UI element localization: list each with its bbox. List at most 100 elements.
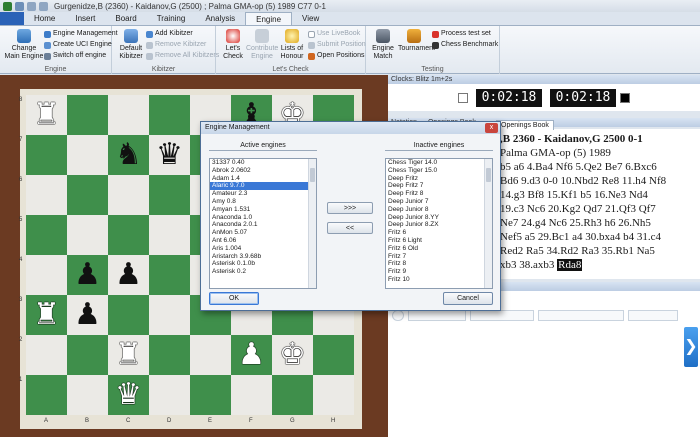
tab-openings-book[interactable]: Openings Book (496, 120, 554, 130)
engine-list-item[interactable]: Aristarch 3.9.68b (210, 253, 316, 261)
notation-line[interactable]: Red2 Ra5 34.Rd2 Ra3 35.Rb1 Na5 (500, 245, 655, 257)
tab-file[interactable] (0, 12, 24, 25)
close-icon[interactable]: x (485, 123, 498, 133)
board-square[interactable]: ♜ (26, 95, 67, 135)
board-square[interactable] (67, 175, 108, 215)
chess-benchmark-button[interactable]: Chess Benchmark (432, 40, 498, 50)
engine-list-item[interactable]: Deep Fritz 7 (386, 182, 492, 190)
active-engines-list[interactable]: 31337 0.40 Abrok 2.0602 Adam 1.4 Alaric 9.7… (209, 158, 317, 289)
chess-piece[interactable]: ♟ (74, 300, 101, 330)
engine-list-item[interactable]: Deep Junior 8.ZX (386, 221, 492, 229)
engine-list-item[interactable]: Fritz 6 Old (386, 245, 492, 253)
board-square[interactable] (190, 335, 231, 375)
engine-list-item[interactable]: Fritz 7 (386, 253, 492, 261)
chess-piece[interactable]: ♟ (115, 260, 142, 290)
board-square[interactable] (231, 375, 272, 415)
inactive-scrollbar[interactable] (484, 159, 492, 288)
tab-engine[interactable]: Engine (245, 12, 293, 25)
engine-list-item[interactable]: Anaconda 2.0.1 (210, 221, 316, 229)
board-square[interactable] (67, 335, 108, 375)
chess-piece[interactable]: ♜ (33, 100, 60, 130)
lets-check-button[interactable]: Let's Check (220, 29, 246, 61)
ok-button[interactable]: OK (209, 292, 259, 305)
remove-all-kibitzers-button[interactable]: Remove All Kibitzers (146, 51, 219, 61)
engine-list-item[interactable]: Asterisk 0.2 (210, 268, 316, 276)
board-square[interactable] (108, 215, 149, 255)
engine-list-item[interactable]: 31337 0.40 (210, 159, 316, 167)
engine-list-item[interactable]: Deep Junior 8.YY (386, 214, 492, 222)
engine-list-item[interactable]: Ant 6.06 (210, 237, 316, 245)
notation-line[interactable]: Ne7 24.g4 Nc6 25.Rh3 h6 26.Nh5 (500, 217, 651, 229)
board-square[interactable] (26, 335, 67, 375)
tab-analysis[interactable]: Analysis (195, 12, 245, 25)
board-square[interactable]: ♟ (67, 255, 108, 295)
board-square[interactable] (108, 175, 149, 215)
board-square[interactable] (272, 375, 313, 415)
board-square[interactable]: ♜ (26, 295, 67, 335)
lists-of-honour-button[interactable]: Lists of Honour (278, 29, 306, 61)
redo-icon[interactable] (39, 1, 48, 11)
engine-list-item[interactable]: Deep Fritz 8 (386, 190, 492, 198)
submit-position-button[interactable]: Submit Position (308, 40, 366, 50)
chess-piece[interactable]: ♛ (156, 140, 183, 170)
notation-line[interactable]: Nef5 a5 29.Bc1 a4 30.bxa4 b4 31.c4 (500, 231, 661, 243)
board-square[interactable] (149, 295, 190, 335)
board-square[interactable] (67, 215, 108, 255)
board-square[interactable]: ♛ (149, 135, 190, 175)
tab-home[interactable]: Home (24, 12, 65, 25)
notation-line-current[interactable]: xb3 38.axb3 Rda8 (500, 259, 583, 271)
notation-line[interactable]: b5 a6 4.Ba4 Nf6 5.Qe2 Be7 6.Bxc6 (500, 161, 657, 173)
inactive-engines-list[interactable]: Chess Tiger 14.0 Chess Tiger 15.0 Deep Fri… (385, 158, 493, 289)
analysis-cell[interactable] (408, 310, 466, 321)
engine-list-item[interactable]: Adam 1.4 (210, 175, 316, 183)
engine-list-item[interactable]: Alaric 9.7.0 (210, 182, 316, 191)
switch-off-engine-button[interactable]: Switch off engine (44, 51, 106, 61)
analysis-cell[interactable] (628, 310, 678, 321)
scroll-thumb[interactable] (310, 168, 315, 182)
engine-list-item[interactable]: Fritz 9 (386, 268, 492, 276)
activate-engine-button[interactable]: >>> (327, 202, 373, 214)
chess-piece[interactable]: ♞ (115, 140, 142, 170)
tab-training[interactable]: Training (147, 12, 196, 25)
board-square[interactable] (26, 135, 67, 175)
board-square[interactable]: ♞ (108, 135, 149, 175)
board-square[interactable] (149, 215, 190, 255)
chess-piece[interactable]: ♜ (33, 300, 60, 330)
chess-piece[interactable]: ♜ (115, 340, 142, 370)
remove-kibitzer-button[interactable]: Remove Kibitzer (146, 40, 206, 50)
default-kibitzer-button[interactable]: Default Kibitzer (116, 29, 146, 61)
engine-list-item[interactable]: Fritz 8 (386, 260, 492, 268)
open-positions-button[interactable]: Open Positions (308, 51, 364, 61)
engine-list-item[interactable]: Asterisk 0.1.0b (210, 260, 316, 268)
engine-list-item[interactable]: Chess Tiger 15.0 (386, 167, 492, 175)
analysis-cell[interactable] (470, 310, 534, 321)
board-square[interactable] (67, 375, 108, 415)
board-square[interactable]: ♛ (108, 375, 149, 415)
contribute-engine-button[interactable]: Contribute Engine (246, 29, 278, 61)
board-square[interactable]: ♟ (67, 295, 108, 335)
scroll-thumb[interactable] (486, 168, 491, 182)
board-square[interactable] (149, 375, 190, 415)
tab-board[interactable]: Board (105, 12, 146, 25)
board-square[interactable] (26, 255, 67, 295)
radio-icon[interactable] (392, 310, 404, 321)
undo-icon[interactable] (27, 1, 36, 11)
engine-list-item[interactable]: Amyan 1.531 (210, 206, 316, 214)
board-square[interactable] (149, 175, 190, 215)
engine-list-item[interactable]: Aris 1.004 (210, 245, 316, 253)
cancel-button[interactable]: Cancel (443, 292, 493, 305)
board-square[interactable] (190, 375, 231, 415)
deactivate-engine-button[interactable]: << (327, 222, 373, 234)
chess-piece[interactable]: ♟ (74, 260, 101, 290)
board-square[interactable]: ♟ (108, 255, 149, 295)
engine-management-button[interactable]: Engine Management (44, 29, 118, 39)
board-square[interactable] (67, 135, 108, 175)
engine-list-item[interactable]: Deep Junior 7 (386, 198, 492, 206)
tab-view[interactable]: View (292, 12, 329, 25)
chess-piece[interactable]: ♛ (115, 380, 142, 410)
add-kibitzer-button[interactable]: Add Kibitzer (146, 29, 193, 39)
use-livebook-checkbox[interactable]: Use LiveBook (308, 29, 360, 39)
engine-list-item[interactable]: Fritz 6 Light (386, 237, 492, 245)
create-uci-engine-button[interactable]: Create UCI Engine (44, 40, 112, 50)
engine-list-item[interactable]: AnMon 5.07 (210, 229, 316, 237)
